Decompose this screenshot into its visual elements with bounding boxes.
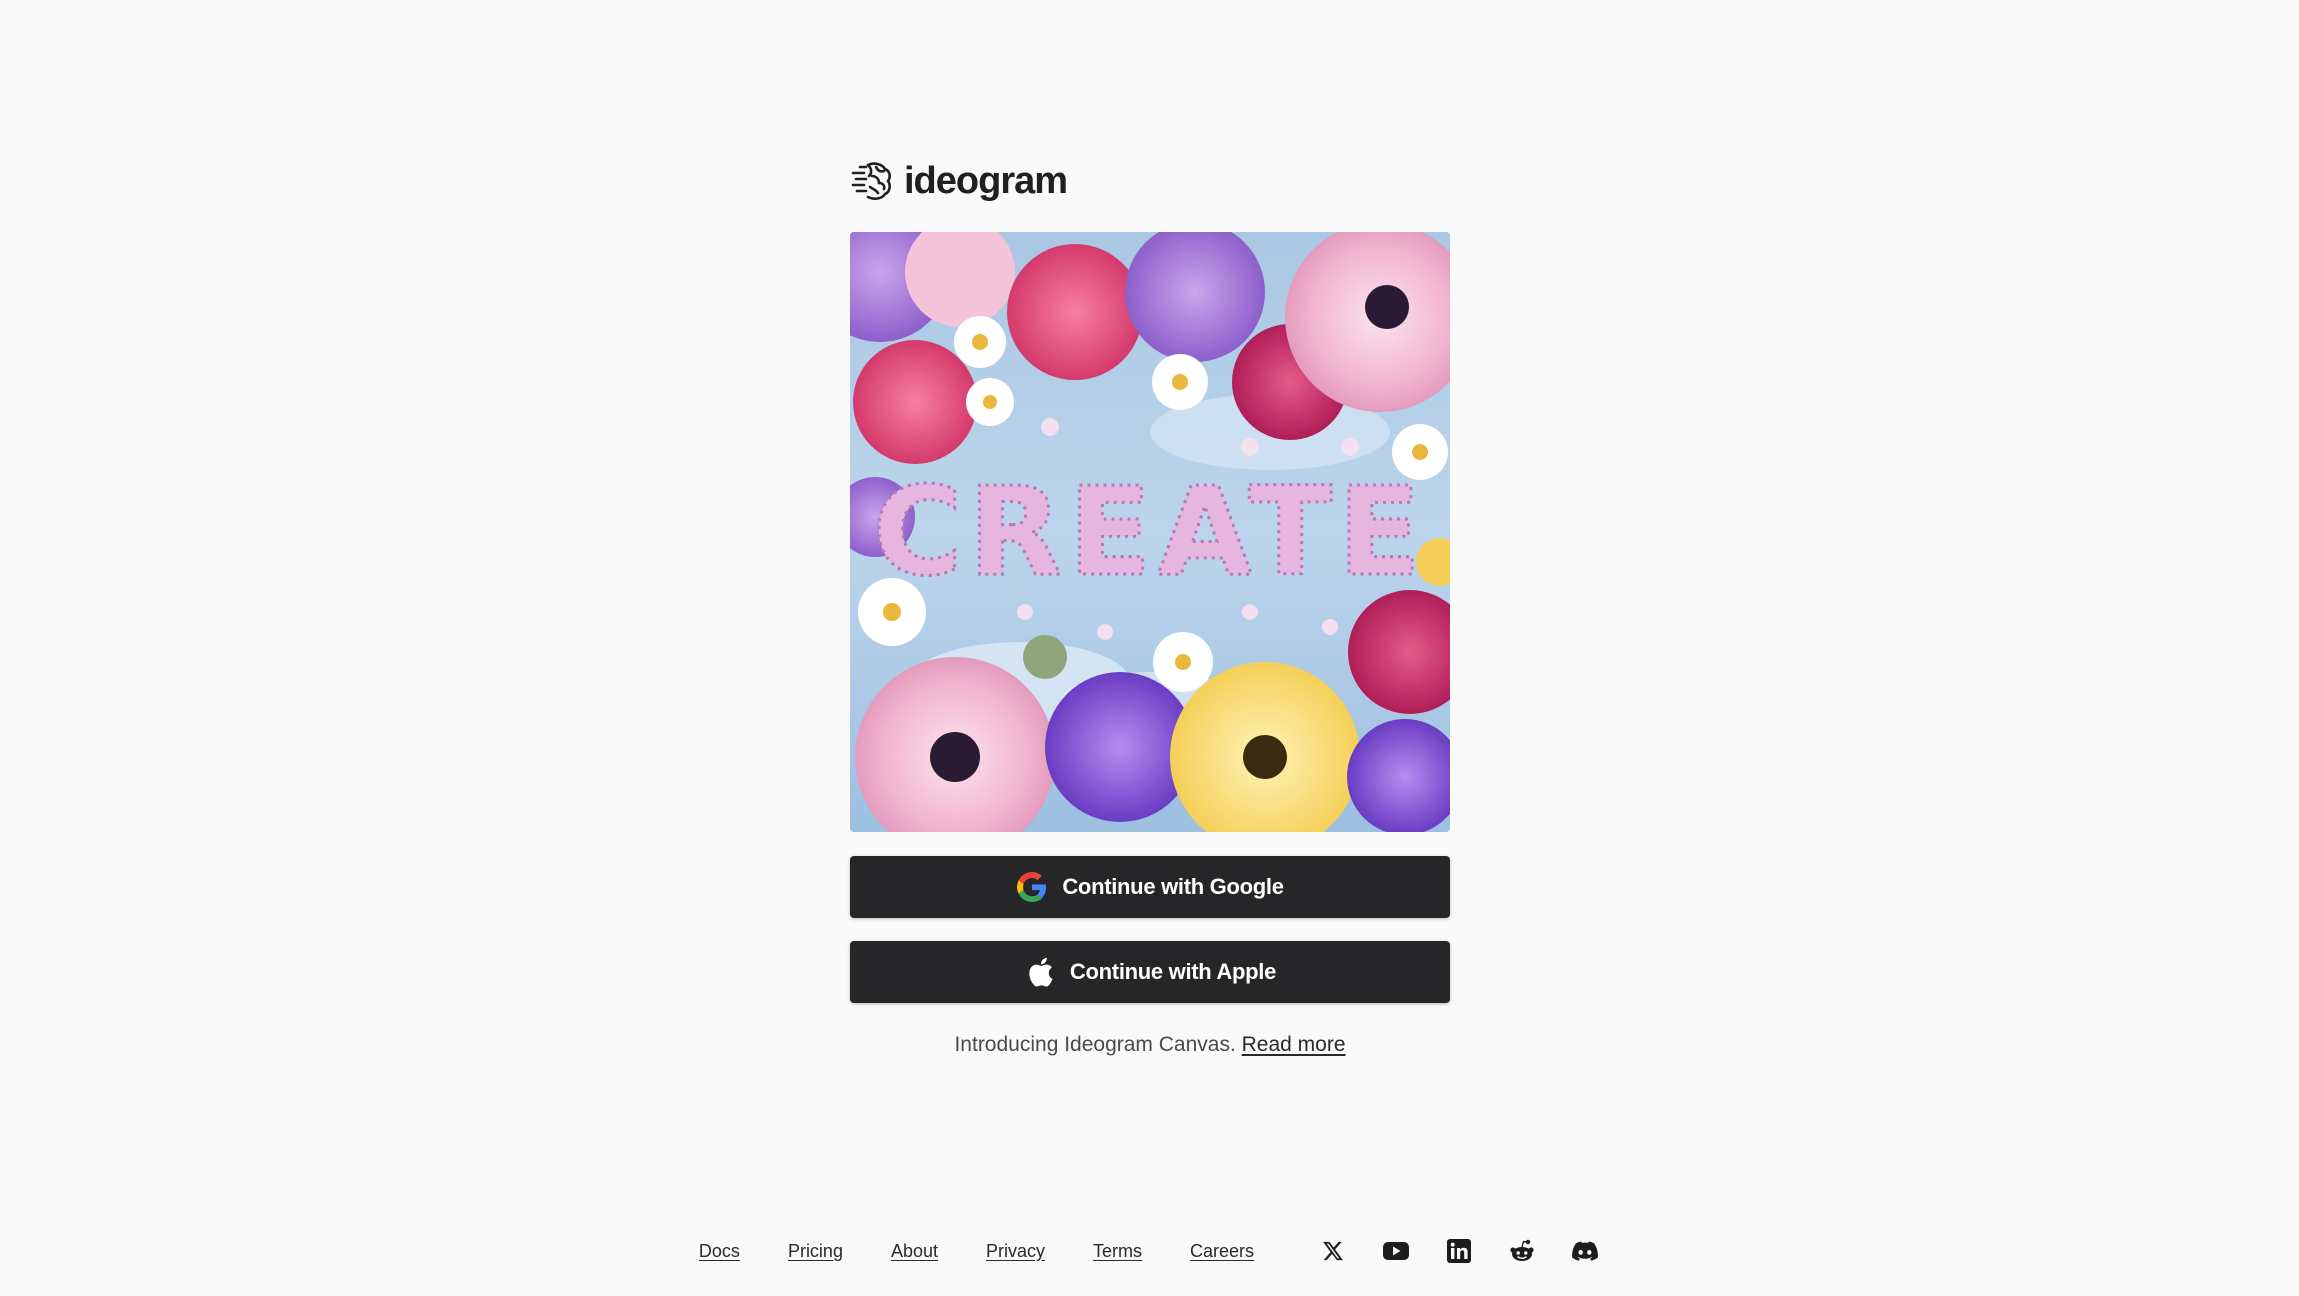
x-icon[interactable] (1318, 1236, 1348, 1266)
ideogram-brain-icon (850, 159, 894, 203)
footer-link-privacy[interactable]: Privacy (986, 1241, 1045, 1262)
announcement: Introducing Ideogram Canvas. Read more (850, 1033, 1450, 1057)
footer-links: Docs Pricing About Privacy Terms Careers (699, 1241, 1254, 1262)
brand-header[interactable]: ideogram (850, 155, 1450, 207)
continue-with-google-button[interactable]: Continue with Google (850, 856, 1450, 918)
flower-create-artwork: CREATE (850, 232, 1450, 832)
hero-create-text: CREATE (873, 461, 1427, 603)
footer-link-careers[interactable]: Careers (1190, 1241, 1254, 1262)
youtube-icon[interactable] (1381, 1236, 1411, 1266)
login-panel: ideogram CREATE Continue with Google Con… (850, 155, 1450, 1057)
footer-link-about[interactable]: About (891, 1241, 938, 1262)
read-more-link[interactable]: Read more (1242, 1033, 1346, 1056)
announcement-text: Introducing Ideogram Canvas. (954, 1033, 1236, 1056)
social-links (1318, 1236, 1600, 1266)
google-icon (1016, 871, 1048, 903)
apple-button-label: Continue with Apple (1069, 959, 1277, 984)
footer-link-pricing[interactable]: Pricing (788, 1241, 843, 1262)
google-button-label: Continue with Google (1062, 874, 1284, 899)
linkedin-icon[interactable] (1444, 1236, 1474, 1266)
footer-link-docs[interactable]: Docs (699, 1241, 740, 1262)
footer-link-terms[interactable]: Terms (1093, 1241, 1142, 1262)
brand-name: ideogram (904, 159, 1068, 202)
discord-icon[interactable] (1570, 1236, 1600, 1266)
hero-image: CREATE (850, 232, 1450, 832)
continue-with-apple-button[interactable]: Continue with Apple (850, 941, 1450, 1003)
login-page: ideogram CREATE Continue with Google Con… (0, 0, 2299, 1296)
apple-icon (1024, 956, 1056, 988)
footer: Docs Pricing About Privacy Terms Careers (0, 1236, 2299, 1266)
reddit-icon[interactable] (1507, 1236, 1537, 1266)
